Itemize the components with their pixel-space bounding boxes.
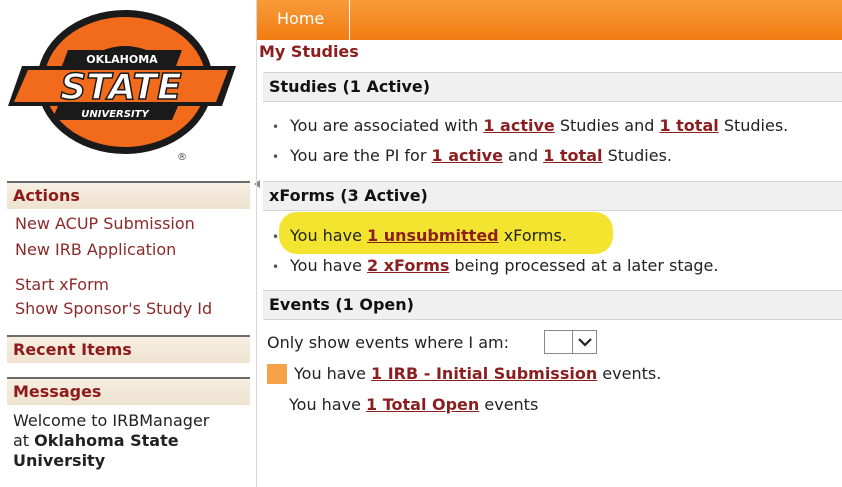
events-filter-label: Only show events where I am: [267,333,509,352]
studies-active-link[interactable]: 1 active [483,116,554,135]
irb-initial-submission-link[interactable]: 1 IRB - Initial Submission [371,364,597,383]
events-role-select[interactable] [544,330,597,354]
welcome-line: Welcome to IRBManager [13,411,210,430]
xforms-section-header: xForms (3 Active) [263,181,842,211]
pi-total-link[interactable]: 1 total [543,146,602,165]
row-text: Studies. [602,146,673,165]
recent-items-header: Recent Items [7,335,250,363]
welcome-organization: Oklahoma State University [13,431,179,470]
welcome-at: at [13,431,35,450]
show-sponsor-study-id-link[interactable]: Show Sponsor's Study Id [15,299,212,319]
osu-logo: OKLAHOMA STATE UNIVERSITY ® [8,10,236,163]
pi-active-link[interactable]: 1 active [432,146,503,165]
row-text: events [479,395,539,414]
svg-text:®: ® [177,152,187,163]
page-title: My Studies [259,42,359,61]
row-text: You have [290,256,368,275]
row-text: You have [290,226,368,245]
row-text: You are the PI for [290,146,432,165]
row-text: Studies. [718,116,789,135]
row-text: Studies and [554,116,660,135]
new-acup-submission-link[interactable]: New ACUP Submission [15,214,195,234]
welcome-message: Welcome to IRBManager at Oklahoma State … [13,411,248,471]
studies-associated-row: • You are associated with 1 active Studie… [272,116,788,137]
row-text: events. [597,364,662,383]
events-section-header: Events (1 Open) [263,290,842,320]
row-text: You are associated with [290,116,484,135]
unsubmitted-xforms-link[interactable]: 1 unsubmitted [367,226,499,245]
bullet-icon: • [272,230,280,244]
svg-text:UNIVERSITY: UNIVERSITY [81,109,150,120]
top-nav-bar: Home [257,0,842,40]
xforms-processing-row: • You have 2 xForms being processed at a … [272,256,718,277]
row-text: You have [289,395,367,414]
row-text: You have [294,364,372,383]
total-open-events-row: You have 1 Total Open events [289,395,538,415]
row-text: being processed at a later stage. [449,256,719,275]
svg-text:STATE: STATE [60,67,182,108]
total-open-events-link[interactable]: 1 Total Open [366,395,479,414]
bullet-icon: • [272,150,280,164]
xforms-unsubmitted-row: • You have 1 unsubmitted xForms. [272,226,567,247]
irb-initial-submission-row: You have 1 IRB - Initial Submission even… [294,364,661,384]
bullet-icon: • [272,120,280,134]
messages-header: Messages [7,377,250,405]
studies-section-header: Studies (1 Active) [263,72,842,102]
row-text: and [502,146,544,165]
studies-pi-row: • You are the PI for 1 active and 1 total… [272,146,672,167]
svg-text:OKLAHOMA: OKLAHOMA [86,53,158,66]
bullet-icon: • [272,260,280,274]
event-status-marker [267,364,287,384]
tab-home[interactable]: Home [257,0,350,40]
start-xform-link[interactable]: Start xForm [15,275,109,295]
actions-header: Actions [7,181,250,209]
new-irb-application-link[interactable]: New IRB Application [15,240,176,260]
row-text: xForms. [498,226,567,245]
sidebar: OKLAHOMA STATE UNIVERSITY ® Actions New … [0,0,252,487]
processing-xforms-link[interactable]: 2 xForms [367,256,449,275]
chevron-down-icon[interactable] [572,331,596,353]
studies-total-link[interactable]: 1 total [659,116,718,135]
